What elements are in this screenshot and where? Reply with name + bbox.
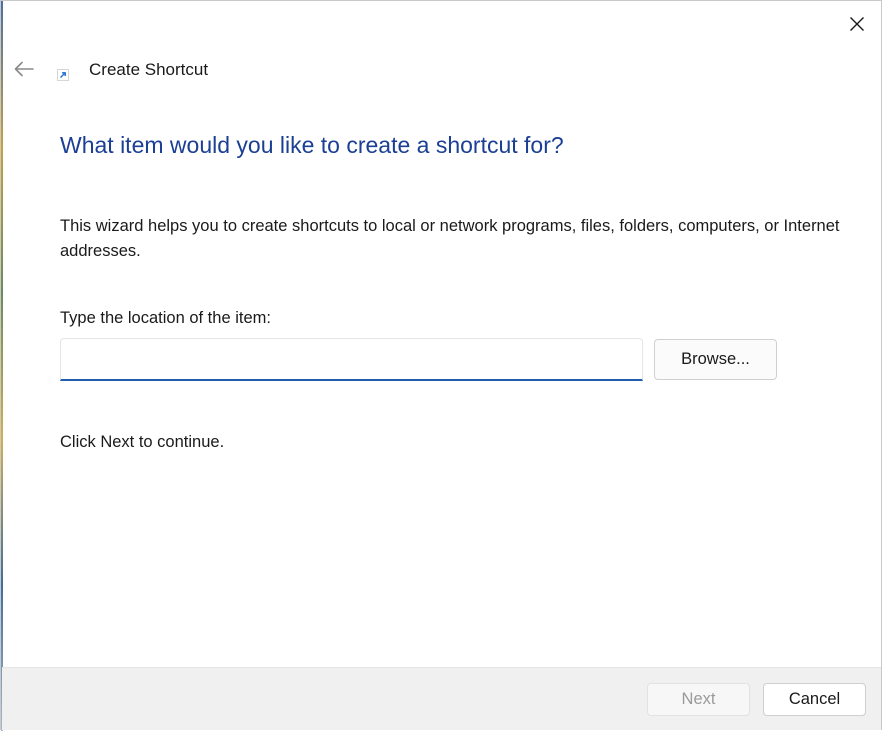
desktop-background-edge: [1, 1, 3, 731]
browse-button[interactable]: Browse...: [654, 339, 777, 380]
back-button[interactable]: [9, 53, 39, 85]
wizard-description: This wizard helps you to create shortcut…: [60, 217, 840, 260]
cancel-button[interactable]: Cancel: [763, 683, 866, 716]
close-button[interactable]: [837, 7, 877, 41]
dialog-title: Create Shortcut: [89, 60, 209, 79]
continue-instruction: Click Next to continue.: [60, 433, 225, 451]
arrow-left-icon: [14, 61, 34, 77]
shortcut-arrow-icon: [57, 69, 69, 81]
location-label: Type the location of the item:: [60, 309, 271, 327]
location-input[interactable]: [60, 338, 643, 381]
close-icon: [850, 17, 864, 31]
page-heading: What item would you like to create a sho…: [60, 132, 564, 158]
create-shortcut-dialog: Create Shortcut What item would you like…: [0, 0, 882, 731]
next-button[interactable]: Next: [647, 683, 750, 716]
